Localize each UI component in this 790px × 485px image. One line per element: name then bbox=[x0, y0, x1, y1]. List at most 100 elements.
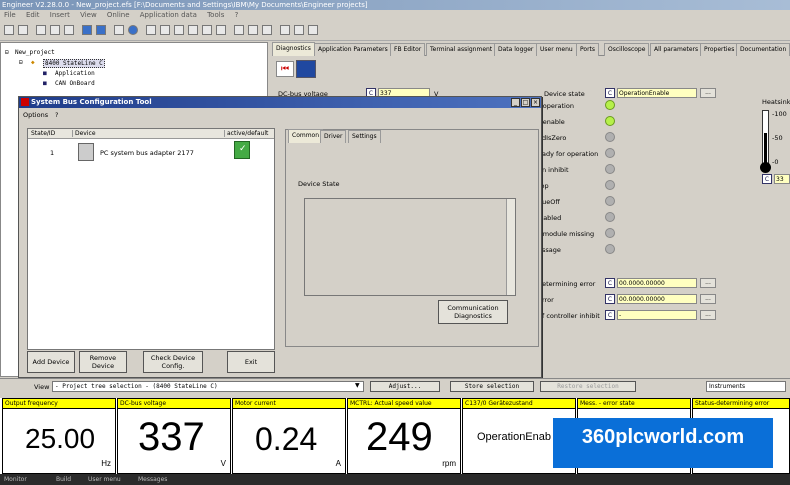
heatsink-code[interactable]: C bbox=[762, 174, 772, 184]
error-value: 00.0000.00000 bbox=[617, 294, 697, 304]
chevron-down-icon[interactable]: ▼ bbox=[355, 382, 360, 389]
menu-application-data[interactable]: Application data bbox=[140, 11, 197, 19]
communication-diagnostics-button[interactable]: Communication Diagnostics bbox=[438, 300, 508, 324]
close-button[interactable]: × bbox=[531, 98, 540, 107]
tree-project-root[interactable]: New_project bbox=[15, 49, 55, 56]
menu-edit[interactable]: Edit bbox=[26, 11, 40, 19]
tool-icon[interactable] bbox=[294, 25, 304, 35]
adjust-button[interactable]: Adjust... bbox=[370, 381, 440, 392]
exit-button[interactable]: Exit bbox=[227, 351, 275, 373]
dialog-menu-options[interactable]: Options bbox=[23, 111, 48, 119]
statusbar-tab-build[interactable]: Build bbox=[56, 474, 71, 485]
dialog-menu-help[interactable]: ? bbox=[55, 111, 58, 119]
statusbar-tab-messages[interactable]: Messages bbox=[138, 474, 167, 485]
remove-device-button[interactable]: Remove Device bbox=[79, 351, 127, 373]
tab-common[interactable]: Common bbox=[288, 129, 324, 143]
restore-selection-button[interactable]: Restore selection bbox=[540, 381, 636, 392]
error-code[interactable]: C bbox=[605, 294, 615, 304]
column-header-active[interactable]: active/default bbox=[224, 130, 268, 137]
tool-icon[interactable] bbox=[248, 25, 258, 35]
error-code[interactable]: C bbox=[605, 310, 615, 320]
row-device-name[interactable]: PC system bus adapter 2177 bbox=[100, 149, 194, 157]
tree-expander-icon[interactable]: ⊟ bbox=[19, 59, 23, 66]
save-icon[interactable] bbox=[64, 25, 74, 35]
tool-icon[interactable] bbox=[146, 25, 156, 35]
online-icon[interactable] bbox=[82, 25, 92, 35]
app-icon bbox=[21, 98, 29, 106]
statusbar-tab-user-menu[interactable]: User menu bbox=[88, 474, 121, 485]
monitor-output-frequency[interactable]: Output frequency 25.00 Hz bbox=[2, 398, 116, 474]
tab-application-parameters[interactable]: Application Parameters bbox=[314, 43, 392, 56]
view-label: View bbox=[34, 383, 50, 391]
menu-insert[interactable]: Insert bbox=[50, 11, 70, 19]
tab-documentation[interactable]: Documentation bbox=[736, 43, 790, 56]
offline-icon[interactable] bbox=[96, 25, 106, 35]
tool-icon[interactable] bbox=[308, 25, 318, 35]
monitor-actual-speed[interactable]: MCTRL: Actual speed value 249 rpm bbox=[347, 398, 461, 474]
device-state-code[interactable]: C bbox=[605, 88, 615, 98]
error-more-button[interactable]: ... bbox=[700, 310, 716, 320]
monitor-motor-current[interactable]: Motor current 0.24 A bbox=[232, 398, 346, 474]
tool-icon[interactable] bbox=[280, 25, 290, 35]
grid-icon[interactable] bbox=[296, 60, 316, 78]
tab-terminal-assignment[interactable]: Terminal assignment bbox=[426, 43, 497, 56]
open-icon[interactable] bbox=[50, 25, 60, 35]
error-more-button[interactable]: ... bbox=[700, 294, 716, 304]
view-bar: View - Project tree selection - (8400 St… bbox=[0, 378, 790, 394]
tool-icon[interactable] bbox=[202, 25, 212, 35]
menu-view[interactable]: View bbox=[80, 11, 97, 19]
tool-icon[interactable] bbox=[216, 25, 226, 35]
toolbar bbox=[0, 21, 790, 41]
menu-file[interactable]: File bbox=[4, 11, 16, 19]
menu-help[interactable]: ? bbox=[235, 11, 239, 19]
stop-icon[interactable]: ⏮ bbox=[276, 61, 294, 77]
tree-application[interactable]: Application bbox=[55, 70, 95, 77]
view-select[interactable]: - Project tree selection - (8400 StateLi… bbox=[52, 381, 364, 392]
tree-device[interactable]: 8400 StateLine C bbox=[43, 59, 105, 68]
menu-online[interactable]: Online bbox=[107, 11, 130, 19]
help-icon[interactable] bbox=[128, 25, 138, 35]
tool-icon[interactable] bbox=[160, 25, 170, 35]
minimize-button[interactable]: _ bbox=[511, 98, 520, 107]
tab-fb-editor[interactable]: FB Editor bbox=[390, 43, 426, 56]
connect-icon[interactable] bbox=[114, 25, 124, 35]
tab-diagnostics[interactable]: Diagnostics bbox=[272, 42, 315, 56]
device-state-more-button[interactable]: ... bbox=[700, 88, 716, 98]
tool-icon[interactable] bbox=[188, 25, 198, 35]
monitor-dc-bus-voltage[interactable]: DC-bus voltage 337 V bbox=[117, 398, 231, 474]
tab-driver[interactable]: Driver bbox=[320, 130, 347, 143]
column-header-device[interactable]: Device bbox=[72, 130, 96, 137]
tool-icon[interactable] bbox=[234, 25, 244, 35]
maximize-button[interactable]: □ bbox=[521, 98, 530, 107]
tab-strip: Diagnostics Application Parameters FB Ed… bbox=[272, 42, 790, 56]
tab-ports[interactable]: Ports bbox=[576, 43, 600, 56]
tab-data-logger[interactable]: Data logger bbox=[494, 43, 538, 56]
check-device-config-button[interactable]: Check Device Config. bbox=[143, 351, 203, 373]
tab-user-menu[interactable]: User menu bbox=[536, 43, 577, 56]
tree-can-onboard[interactable]: CAN OnBoard bbox=[55, 80, 95, 87]
status-bar: Monitor Build User menu Messages bbox=[0, 474, 790, 485]
tool-icon[interactable] bbox=[174, 25, 184, 35]
tab-properties[interactable]: Properties bbox=[700, 43, 739, 56]
error-code[interactable]: C bbox=[605, 278, 615, 288]
tree-expander-icon[interactable]: ⊟ bbox=[5, 49, 9, 56]
forward-icon[interactable] bbox=[18, 25, 28, 35]
statusbar-tab-monitor[interactable]: Monitor bbox=[4, 474, 27, 485]
device-list[interactable]: State/ID Device active/default 1 PC syst… bbox=[27, 128, 275, 350]
column-header-state[interactable]: State/ID bbox=[31, 130, 55, 137]
tab-all-parameters[interactable]: All parameters bbox=[650, 43, 703, 56]
menu-tools[interactable]: Tools bbox=[207, 11, 224, 19]
tool-icon[interactable] bbox=[262, 25, 272, 35]
store-selection-button[interactable]: Store selection bbox=[450, 381, 534, 392]
back-icon[interactable] bbox=[4, 25, 14, 35]
instruments-select[interactable]: Instruments bbox=[706, 381, 786, 392]
row-state-id[interactable]: 1 bbox=[50, 149, 54, 157]
tab-settings[interactable]: Settings bbox=[348, 130, 381, 143]
add-device-button[interactable]: Add Device bbox=[27, 351, 75, 373]
error-more-button[interactable]: ... bbox=[700, 278, 716, 288]
device-state-box[interactable] bbox=[304, 198, 516, 296]
status-label: eady for operation bbox=[538, 150, 599, 158]
active-check-icon[interactable]: ✓ bbox=[234, 141, 250, 159]
new-icon[interactable] bbox=[36, 25, 46, 35]
tab-oscilloscope[interactable]: Oscilloscope bbox=[604, 43, 650, 56]
